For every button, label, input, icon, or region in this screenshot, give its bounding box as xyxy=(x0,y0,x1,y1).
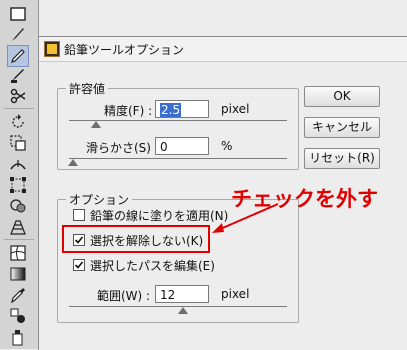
smoothness-slider-thumb[interactable] xyxy=(68,159,78,166)
within-slider-thumb[interactable] xyxy=(178,307,188,314)
smoothness-slider-track[interactable] xyxy=(69,158,287,159)
dialog-titlebar[interactable]: 鉛筆ツールオプション xyxy=(39,37,407,62)
fidelity-label: 精度(F) : xyxy=(104,104,153,118)
smoothness-input[interactable]: 0 xyxy=(155,137,209,155)
checkmark-icon xyxy=(74,261,84,269)
fill-new-strokes-checkbox[interactable] xyxy=(73,209,85,221)
eyedropper-tool-icon[interactable] xyxy=(8,285,28,305)
fidelity-input[interactable]: 2.5 xyxy=(155,100,209,118)
annotation-text: チェックを外す xyxy=(231,187,378,211)
smoothness-label: 滑らかさ(S) : xyxy=(86,141,159,155)
rectangle-tool-icon[interactable] xyxy=(8,4,28,24)
scale-tool-icon[interactable] xyxy=(8,133,28,153)
ok-button[interactable]: OK xyxy=(304,86,380,107)
reset-button[interactable]: リセット(R) xyxy=(304,148,380,169)
app-icon xyxy=(44,41,60,57)
edit-selected-paths-label[interactable]: 選択したパスを編集(E) xyxy=(90,257,215,274)
cancel-button[interactable]: キャンセル xyxy=(304,117,380,138)
smoothness-unit: % xyxy=(221,139,233,153)
toolbar-divider xyxy=(4,108,34,109)
annotation-highlight-box xyxy=(62,225,210,253)
fidelity-unit: pixel xyxy=(221,102,250,116)
fidelity-slider-thumb[interactable] xyxy=(91,121,101,128)
blend-tool-icon[interactable] xyxy=(8,306,28,326)
edit-selected-paths-checkbox[interactable] xyxy=(73,259,85,271)
gradient-tool-icon[interactable] xyxy=(8,264,28,284)
within-input[interactable]: 12 xyxy=(155,285,209,303)
within-unit: pixel xyxy=(221,287,250,301)
fidelity-slider-track[interactable] xyxy=(69,120,287,121)
rotate-tool-icon[interactable] xyxy=(8,112,28,132)
shape-builder-tool-icon[interactable] xyxy=(8,196,28,216)
mesh-tool-icon[interactable] xyxy=(8,243,28,263)
free-transform-tool-icon[interactable] xyxy=(8,175,28,195)
options-legend: オプション xyxy=(69,193,130,207)
symbol-sprayer-tool-icon[interactable] xyxy=(8,327,28,347)
pencil-tool-icon[interactable] xyxy=(7,45,29,67)
blob-brush-tool-icon[interactable] xyxy=(8,65,28,85)
tolerances-legend: 許容値 xyxy=(69,82,106,96)
scissors-tool-icon[interactable] xyxy=(8,86,28,106)
dialog-title: 鉛筆ツールオプション xyxy=(64,43,185,57)
width-tool-icon[interactable] xyxy=(8,154,28,174)
fidelity-value: 2.5 xyxy=(160,103,182,117)
perspective-grid-tool-icon[interactable] xyxy=(8,217,28,237)
within-label: 範囲(W) : xyxy=(97,289,151,303)
toolbar-divider xyxy=(4,239,34,240)
paintbrush-tool-icon[interactable] xyxy=(8,24,28,44)
tools-panel xyxy=(0,0,39,349)
